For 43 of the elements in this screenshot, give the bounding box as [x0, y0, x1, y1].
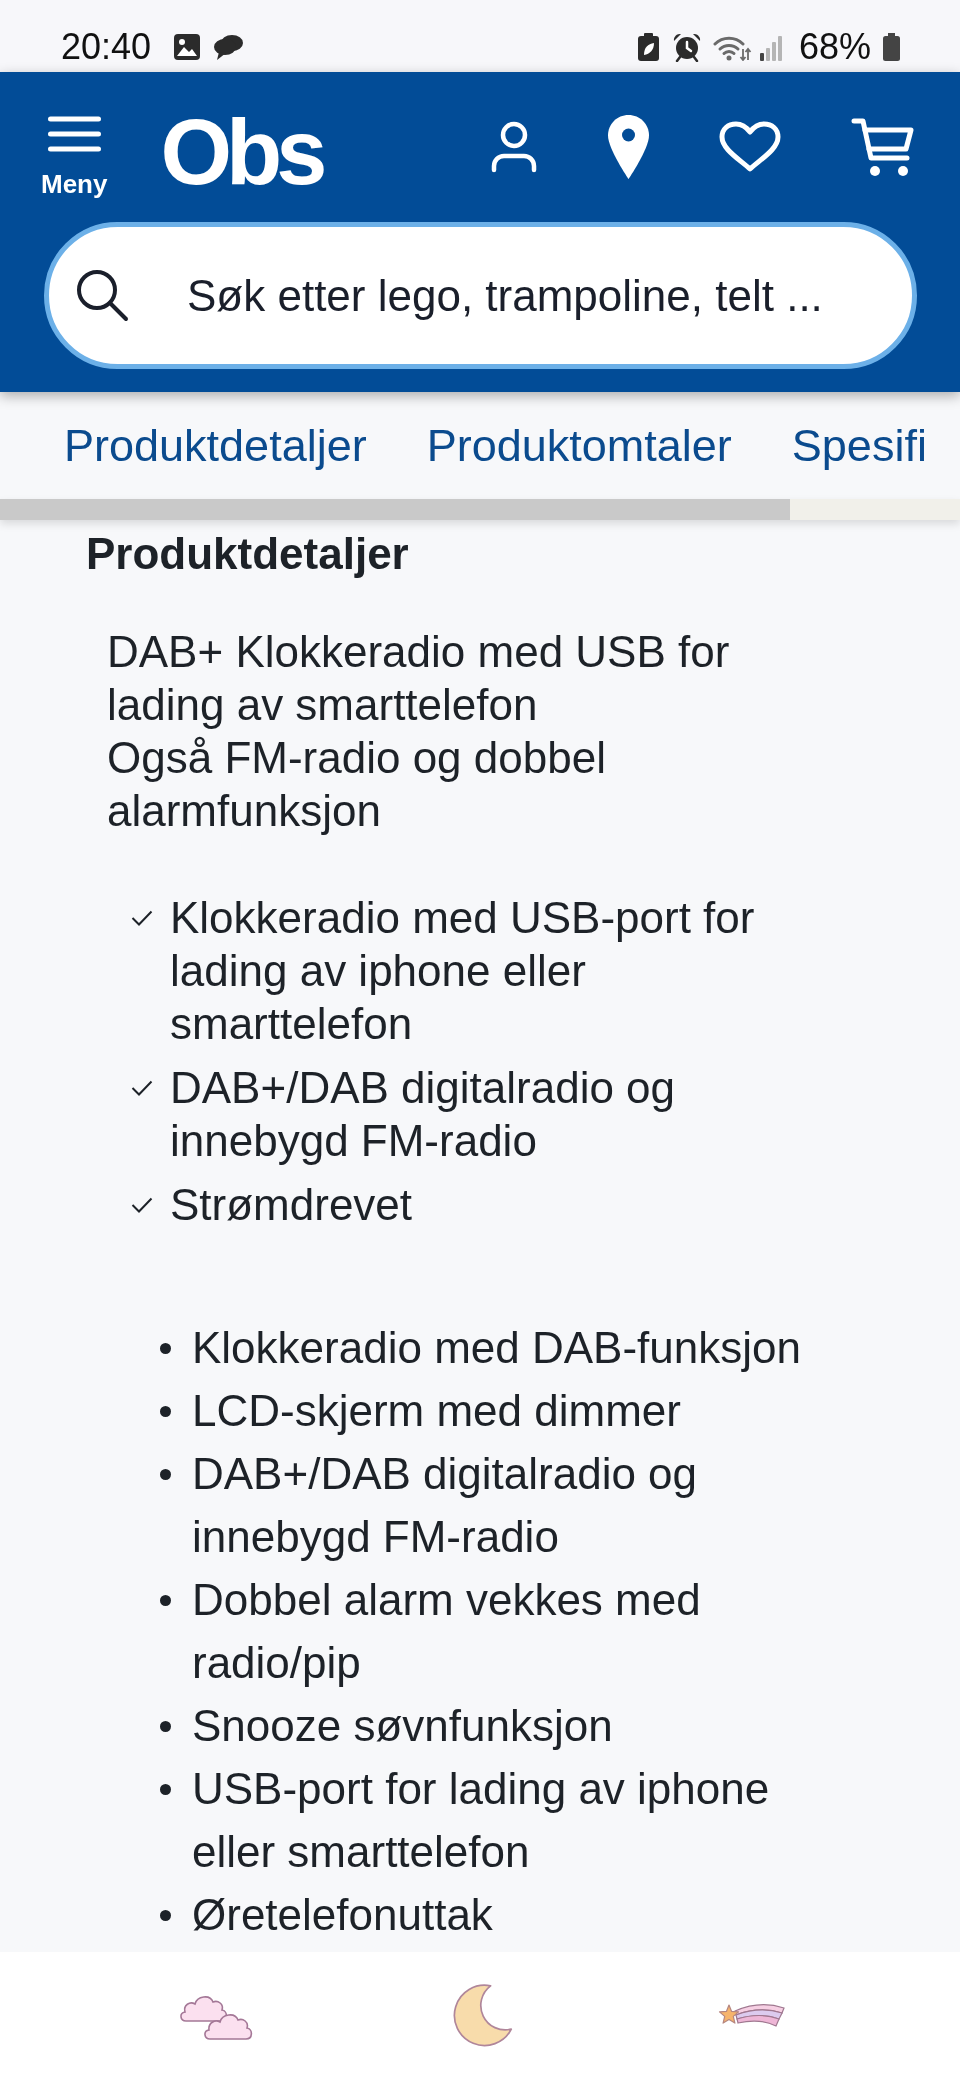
- heart-icon[interactable]: [719, 121, 781, 173]
- image-icon: [173, 33, 202, 61]
- bullet-icon: [160, 1910, 171, 1921]
- bullet-icon: [160, 1406, 171, 1417]
- feature-text: Øretelefonuttak: [192, 1889, 493, 1941]
- status-time: 20:40: [61, 29, 152, 65]
- feature-text: LCD-skjerm med dimmer: [192, 1385, 681, 1437]
- feature-text: Klokkeradio med DAB-funksjon: [192, 1322, 801, 1374]
- signal-icon: [758, 33, 784, 61]
- bullet-icon: [160, 1595, 171, 1606]
- search-field[interactable]: Søk etter lego, trampoline, telt ...: [44, 222, 917, 369]
- description-text: Også FM-radio og dobbel alarmfunksjon: [107, 732, 607, 837]
- feature-text: USB-port for lading av iphone eller smarttelefon: [192, 1763, 771, 1878]
- menu-icon: [47, 116, 101, 152]
- bullet-icon: [160, 1784, 171, 1795]
- section-tab[interactable]: Produktomtaler: [426, 418, 732, 473]
- check-icon: [131, 1080, 153, 1096]
- description-text: DAB+ Klokkeradio med USB for lading av smarttelefon: [107, 626, 731, 731]
- cart-icon[interactable]: [851, 116, 915, 178]
- bullet-icon: [160, 1469, 171, 1480]
- feature-text: Snooze søvnfunksjon: [192, 1700, 613, 1752]
- chat-bubbles-icon: [213, 33, 245, 61]
- alarm-clock-icon: [671, 32, 702, 62]
- menu-button[interactable]: Meny: [41, 116, 108, 199]
- section-heading: Produktdetaljer: [86, 528, 409, 580]
- person-icon[interactable]: [490, 121, 538, 173]
- location-pin-icon[interactable]: [608, 115, 649, 179]
- battery-percent: 68%: [798, 29, 871, 65]
- bullet-icon: [160, 1343, 171, 1354]
- highlight-text: Strømdrevet: [170, 1179, 413, 1231]
- battery-saver-icon: [636, 33, 660, 61]
- feature-text: Dobbel alarm vekkes med radio/pip: [192, 1574, 702, 1689]
- feature-text: DAB+/DAB digitalradio og innebygd FM-radio: [192, 1448, 699, 1563]
- highlight-text: Klokkeradio med USB-port for lading av iphone eller smarttelefon: [170, 892, 756, 1050]
- search-icon: [75, 268, 129, 322]
- bullet-icon: [160, 1721, 171, 1732]
- section-tab[interactable]: Spesifi: [791, 418, 927, 473]
- battery-icon: [882, 33, 901, 61]
- highlight-text: DAB+/DAB digitalradio og innebygd FM-radio: [170, 1062, 677, 1167]
- check-icon: [131, 1197, 153, 1213]
- section-tab[interactable]: Produktdetaljer: [64, 418, 367, 473]
- check-icon: [131, 910, 153, 926]
- store-logo[interactable]: Obs: [160, 116, 328, 188]
